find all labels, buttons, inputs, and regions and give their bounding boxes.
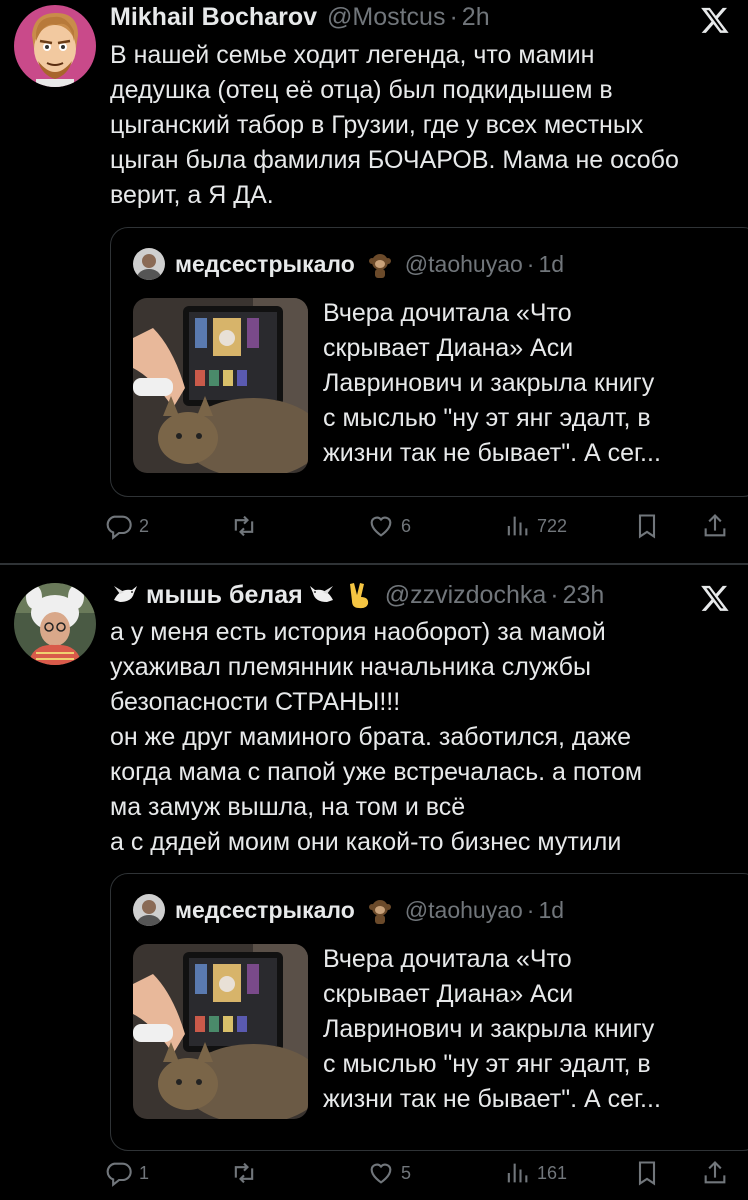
x-logo-icon[interactable] <box>700 583 730 613</box>
quoted-author-name: медсестрыкало <box>175 250 355 277</box>
quoted-line: с мыслью "ну эт янг эдалт, в <box>323 1050 651 1078</box>
separator-dot: · <box>526 896 535 923</box>
author-handle[interactable]: @zzvizdochka <box>385 581 547 610</box>
tweet-divider <box>0 563 748 565</box>
x-logo-icon[interactable] <box>700 5 730 35</box>
dove-icon <box>110 580 140 610</box>
views-button[interactable]: 722 <box>503 509 567 543</box>
reply-icon <box>106 1162 132 1187</box>
separator-dot: · <box>526 250 535 277</box>
avatar[interactable] <box>14 5 96 87</box>
tweet-text: а у меня есть история наоборот) за мамой… <box>110 615 730 860</box>
quoted-line: Лавринович и закрыла книгу <box>323 369 655 397</box>
dove-icon <box>307 580 337 610</box>
action-bar: 1 5 161 <box>105 1156 745 1190</box>
share-button[interactable] <box>701 509 729 543</box>
quoted-line: Вчера дочитала «Что <box>323 299 572 327</box>
reply-count: 1 <box>139 1162 150 1183</box>
tweet-line: В нашей семье ходит легенда, что мамин <box>110 41 595 69</box>
tweet-time[interactable]: 23h <box>563 581 605 610</box>
tweet-text: В нашей семье ходит легенда, что мамин д… <box>110 38 730 213</box>
views-count: 722 <box>537 515 568 536</box>
views-icon <box>507 1163 528 1183</box>
tweet-line: дедушка (отец её отца) был подкидышем в <box>110 76 613 104</box>
monkey-emoji-icon <box>365 249 395 279</box>
reply-button[interactable]: 2 <box>105 509 149 543</box>
tweet[interactable]: мышь белая @zzvizdochka · 23h а у меня е… <box>0 566 748 1200</box>
reply-icon <box>106 515 132 540</box>
tweet-line: когда мама с папой уже встречалась. а по… <box>110 758 643 786</box>
quoted-author-handle: @taohuyao <box>404 250 523 277</box>
tweet-line: верит, а Я ДА. <box>110 181 274 209</box>
quoted-line: жизни так не бывает". А сег... <box>323 439 661 467</box>
bookmark-button[interactable] <box>633 1156 661 1190</box>
quoted-header: медсестрыкало @taohuyao · 1d <box>133 894 564 926</box>
quoted-line: жизни так не бывает". А сег... <box>323 1085 661 1113</box>
quoted-line: Лавринович и закрыла книгу <box>323 1015 655 1043</box>
separator-dot: · <box>449 2 458 31</box>
like-icon <box>370 516 392 537</box>
quoted-line: Вчера дочитала «Что <box>323 945 572 973</box>
share-icon <box>704 514 726 537</box>
quoted-tweet[interactable]: медсестрыкало @taohuyao · 1d Вчера дочит… <box>110 873 748 1151</box>
retweet-button[interactable] <box>230 1156 264 1190</box>
like-button[interactable]: 6 <box>367 509 411 543</box>
quoted-tweet[interactable]: медсестрыкало @taohuyao · 1d Вчера дочит… <box>110 227 748 497</box>
separator-dot: · <box>550 580 559 609</box>
tweet[interactable]: Mikhail Bocharov @Mostcus · 2h В нашей с… <box>0 0 748 564</box>
tweet-time[interactable]: 2h <box>462 3 490 32</box>
retweet-icon <box>234 1162 254 1184</box>
like-button[interactable]: 5 <box>367 1156 411 1190</box>
quoted-line: с мыслью "ну эт янг эдалт, в <box>323 404 651 432</box>
tweet-header: Mikhail Bocharov @Mostcus · 2h <box>110 0 688 34</box>
peace-hand-icon <box>345 580 375 610</box>
tweet-line: ухаживал племянник начальника службы <box>110 653 591 681</box>
monkey-emoji-icon <box>365 895 395 925</box>
bookmark-icon <box>638 1161 656 1186</box>
retweet-icon <box>234 515 254 537</box>
tweet-line: цыганский табор в Грузии, где у всех мес… <box>110 111 644 139</box>
tweet-line: а с дядей моим они какой-то бизнес мутил… <box>110 828 622 856</box>
share-icon <box>704 1161 726 1184</box>
quoted-avatar <box>133 248 165 280</box>
author-handle[interactable]: @Mostcus <box>327 3 445 32</box>
like-icon <box>370 1163 392 1184</box>
author-name[interactable]: мышь белая <box>146 581 303 610</box>
like-count: 6 <box>401 515 412 536</box>
tweet-line: он же друг маминого брата. заботился, да… <box>110 723 632 751</box>
quoted-time: 1d <box>538 896 565 923</box>
quoted-author-name: медсестрыкало <box>175 896 355 923</box>
bookmark-button[interactable] <box>633 509 661 543</box>
like-count: 5 <box>401 1162 412 1183</box>
tweet-line: а у меня есть история наоборот) за мамой <box>110 618 606 646</box>
tweet-header: мышь белая @zzvizdochka · 23h <box>110 578 688 612</box>
quoted-line: скрывает Диана» Аси <box>323 980 574 1008</box>
share-button[interactable] <box>701 1156 729 1190</box>
quoted-avatar <box>133 894 165 926</box>
quoted-text: Вчера дочитала «Что скрывает Диана» Аси … <box>323 296 743 471</box>
views-button[interactable]: 161 <box>503 1156 567 1190</box>
retweet-button[interactable] <box>230 509 264 543</box>
tweet-line: цыган была фамилия БОЧАРОВ. Мама не особ… <box>110 146 679 174</box>
author-name[interactable]: Mikhail Bocharov <box>110 3 317 32</box>
tweet-line: безопасности СТРАНЫ!!! <box>110 688 401 716</box>
reply-count: 2 <box>139 515 150 536</box>
quoted-image[interactable] <box>133 298 308 473</box>
reply-button[interactable]: 1 <box>105 1156 149 1190</box>
bookmark-icon <box>638 514 656 539</box>
views-icon <box>507 516 528 536</box>
quoted-text: Вчера дочитала «Что скрывает Диана» Аси … <box>323 942 743 1117</box>
action-bar: 2 6 722 <box>105 509 745 543</box>
tweet-line: ма замуж вышла, на том и всё <box>110 793 466 821</box>
avatar[interactable] <box>14 583 96 665</box>
quoted-line: скрывает Диана» Аси <box>323 334 574 362</box>
quoted-author-handle: @taohuyao <box>404 896 523 923</box>
views-count: 161 <box>537 1162 568 1183</box>
quoted-header: медсестрыкало @taohuyao · 1d <box>133 248 564 280</box>
quoted-image[interactable] <box>133 944 308 1119</box>
quoted-time: 1d <box>538 250 565 277</box>
